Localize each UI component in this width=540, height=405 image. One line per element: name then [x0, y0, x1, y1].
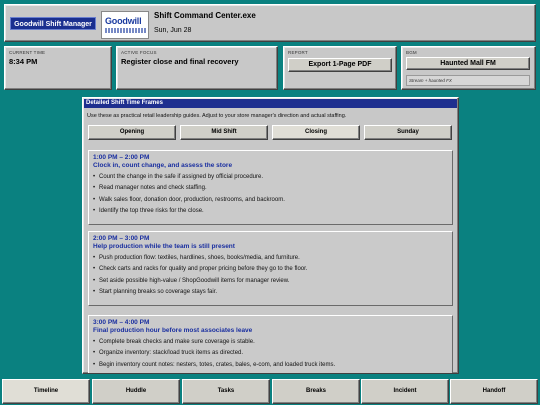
current-time-label: CURRENT TIME: [9, 50, 46, 55]
logo-text: Goodwill: [105, 16, 142, 26]
task-item: Set aside possible high-value / ShopGood…: [93, 276, 448, 288]
export-pdf-button[interactable]: Export 1-Page PDF: [288, 58, 392, 72]
task-item: Walk sales floor, donation door, product…: [93, 195, 448, 207]
task-item: Count the change in the safe if assigned…: [93, 172, 448, 184]
shift-time-frames-window: Detailed Shift Time Frames Use these as …: [82, 97, 459, 374]
nav-timeline[interactable]: Timeline: [2, 379, 90, 404]
task-list: Complete break checks and make sure cove…: [93, 337, 448, 372]
task-list: Push production flow: textiles, hardline…: [93, 253, 448, 299]
report-label: REPORT: [288, 50, 308, 55]
logo-tagline-graphic: [105, 28, 147, 33]
nav-breaks[interactable]: Breaks: [272, 379, 360, 404]
time-block-range: 2:00 PM – 3:00 PM: [93, 235, 150, 242]
app-date: Sun, Jun 28: [154, 27, 192, 34]
bgm-station-button[interactable]: Haunted Mall FM: [406, 57, 530, 70]
bottom-nav: Timeline Huddle Tasks Breaks Incident Ha…: [0, 378, 540, 405]
current-time-card: CURRENT TIME 8:34 PM: [4, 46, 112, 90]
bgm-stream-status: Stream + haunted FX: [406, 75, 530, 86]
bgm-label: BGM: [406, 50, 417, 55]
nav-handoff[interactable]: Handoff: [450, 379, 538, 404]
task-item: Read manager notes and check staffing.: [93, 183, 448, 195]
task-item: Begin inventory count notes: nesters, to…: [93, 360, 448, 372]
task-list: Count the change in the safe if assigned…: [93, 172, 448, 218]
active-focus-value: Register close and final recovery: [121, 57, 239, 66]
nav-incident[interactable]: Incident: [361, 379, 449, 404]
task-item: Push production flow: textiles, hardline…: [93, 253, 448, 265]
tab-sunday[interactable]: Sunday: [364, 125, 452, 140]
time-block-range: 3:00 PM – 4:00 PM: [93, 319, 150, 326]
bgm-card: BGM Haunted Mall FM Stream + haunted FX: [401, 46, 536, 90]
task-item: Check carts and racks for quality and pr…: [93, 264, 448, 276]
app-title: Shift Command Center.exe: [154, 11, 256, 20]
time-block-range: 1:00 PM – 2:00 PM: [93, 154, 150, 161]
task-item: Identify the top three risks for the clo…: [93, 206, 448, 218]
tab-mid-shift[interactable]: Mid Shift: [180, 125, 268, 140]
time-block: 2:00 PM – 3:00 PM Help production while …: [88, 231, 453, 306]
brand-badge: Goodwill Shift Manager: [10, 17, 96, 30]
nav-tasks[interactable]: Tasks: [182, 379, 270, 404]
report-card: REPORT Export 1-Page PDF: [283, 46, 397, 90]
tab-closing[interactable]: Closing: [272, 125, 360, 140]
goodwill-logo: Goodwill: [101, 11, 149, 39]
time-block-heading: Final production hour before most associ…: [93, 327, 253, 334]
time-block: 3:00 PM – 4:00 PM Final production hour …: [88, 315, 453, 373]
time-block-heading: Clock in, count change, and assess the s…: [93, 162, 233, 169]
window-intro-text: Use these as practical retail leadership…: [87, 113, 347, 119]
window-titlebar: Detailed Shift Time Frames: [84, 99, 457, 108]
active-focus-label: ACTIVE FOCUS: [121, 50, 157, 55]
active-focus-card: ACTIVE FOCUS Register close and final re…: [116, 46, 278, 90]
task-item: Start planning breaks so coverage stays …: [93, 287, 448, 299]
task-item: Organize inventory: stack/load truck ite…: [93, 348, 448, 360]
task-item: Complete break checks and make sure cove…: [93, 337, 448, 349]
tab-opening[interactable]: Opening: [88, 125, 176, 140]
time-block-heading: Help production while the team is still …: [93, 243, 235, 250]
nav-huddle[interactable]: Huddle: [92, 379, 180, 404]
time-block: 1:00 PM – 2:00 PM Clock in, count change…: [88, 150, 453, 225]
current-time-value: 8:34 PM: [9, 57, 38, 66]
app-header: Goodwill Shift Manager Goodwill Shift Co…: [4, 4, 536, 42]
